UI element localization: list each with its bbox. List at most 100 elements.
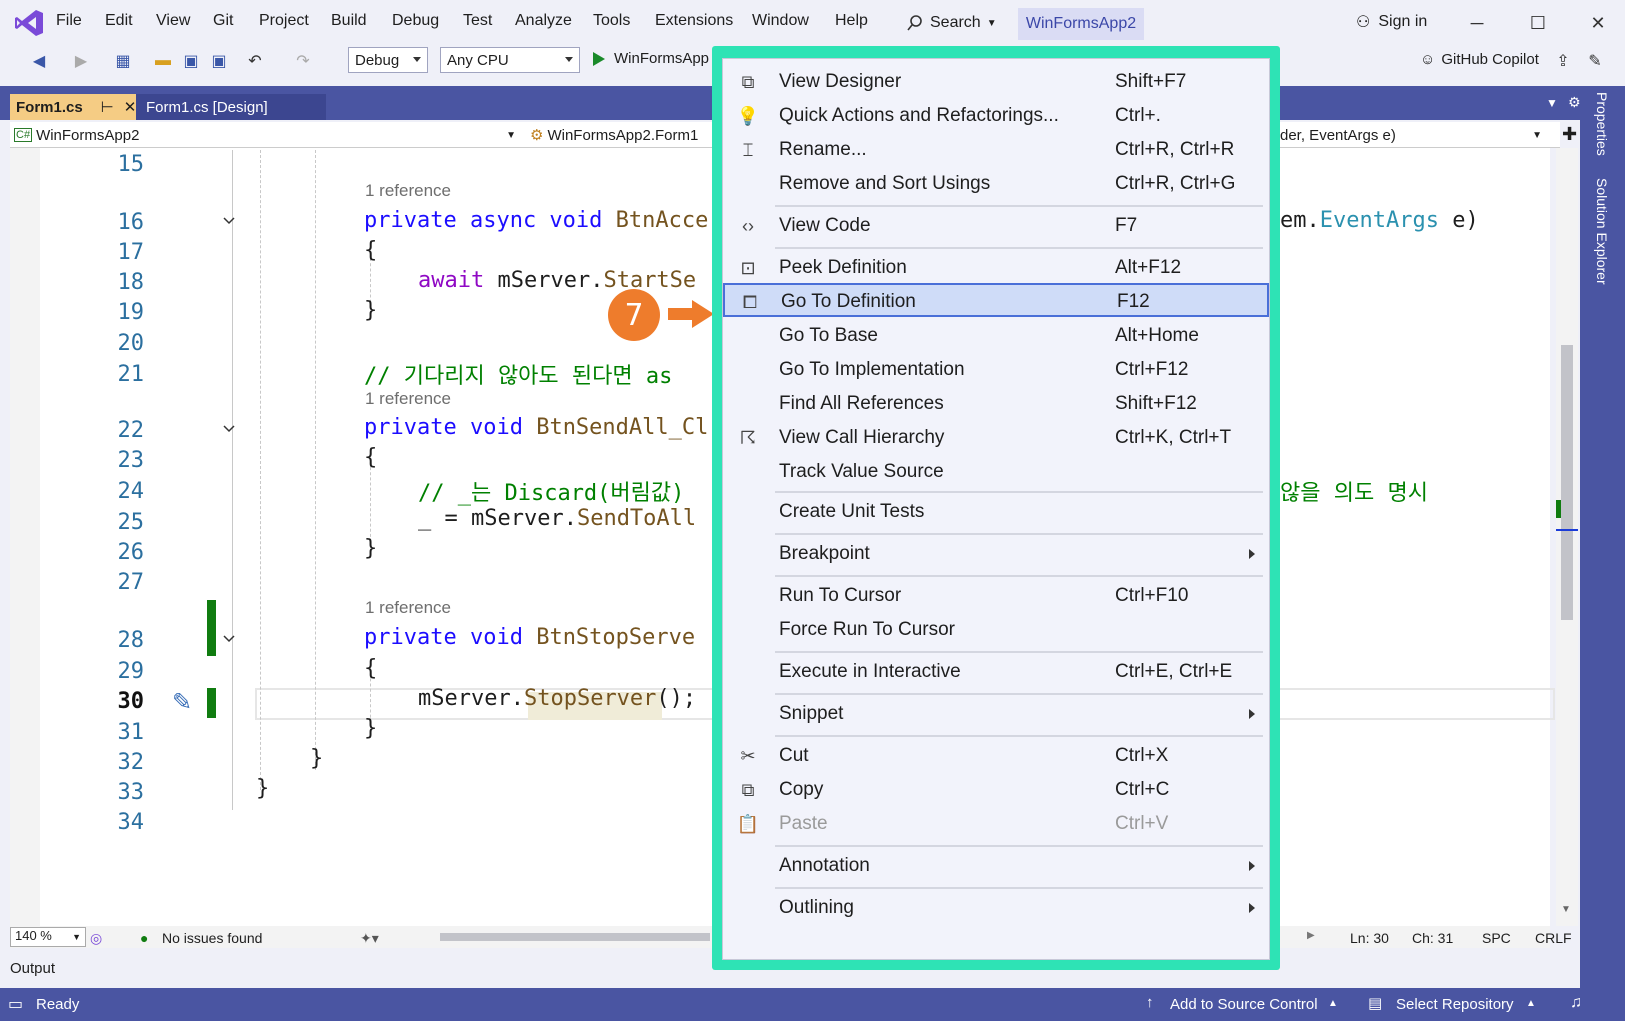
scrollbar-thumb[interactable]: [1561, 345, 1573, 620]
sign-in-button[interactable]: ⚇ Sign in: [1356, 12, 1427, 32]
gear-icon[interactable]: ⚙: [1568, 94, 1581, 111]
select-repository-button[interactable]: Select Repository: [1396, 996, 1514, 1013]
search-button[interactable]: Search ▼: [906, 9, 997, 37]
menu-build[interactable]: Build: [331, 12, 367, 30]
menu-find-all-references[interactable]: Find All References Shift+F12: [723, 387, 1269, 421]
menu-quick-actions[interactable]: 💡 Quick Actions and Refactorings... Ctrl…: [723, 99, 1269, 133]
collapse-chevron-icon[interactable]: [222, 632, 236, 646]
code-cleanup-icon[interactable]: ✦▾: [360, 930, 379, 947]
member-dropdown[interactable]: der, EventArgs e) ▼: [1280, 123, 1550, 147]
tab-form1-cs[interactable]: Form1.cs ⊢ ✕: [10, 94, 136, 120]
menu-force-run-to-cursor[interactable]: Force Run To Cursor: [723, 613, 1269, 647]
feedback-icon[interactable]: ✎: [1584, 50, 1606, 72]
tab-form1-design[interactable]: Form1.cs [Design]: [136, 94, 326, 120]
line-number: 24: [117, 479, 145, 504]
menu-track-value-source[interactable]: Track Value Source: [723, 455, 1269, 489]
menu-tools[interactable]: Tools: [593, 12, 630, 30]
save-all-icon[interactable]: ▣: [208, 50, 230, 72]
menu-view-call-hierarchy[interactable]: ☈ View Call Hierarchy Ctrl+K, Ctrl+T: [723, 421, 1269, 455]
output-label: Output: [10, 960, 56, 977]
code-line-33: }: [256, 776, 270, 801]
menu-execute-in-interactive[interactable]: Execute in Interactive Ctrl+E, Ctrl+E: [723, 655, 1269, 689]
maximize-button[interactable]: ☐: [1518, 8, 1558, 38]
collapse-chevron-icon[interactable]: [222, 422, 236, 436]
solution-configuration-select[interactable]: Debug: [348, 47, 428, 73]
column-indicator[interactable]: Ch: 31: [1412, 930, 1453, 946]
scroll-down-icon[interactable]: ▼: [1561, 904, 1571, 915]
close-tab-icon[interactable]: ✕: [124, 98, 137, 116]
horizontal-scrollbar-thumb[interactable]: [440, 933, 710, 941]
code-line-31: }: [364, 716, 378, 741]
github-copilot-button[interactable]: ☺ GitHub Copilot: [1420, 51, 1539, 68]
menu-go-to-implementation[interactable]: Go To Implementation Ctrl+F12: [723, 353, 1269, 387]
line-number: 26: [117, 540, 145, 565]
menu-cut[interactable]: ✂ Cut Ctrl+X: [723, 739, 1269, 773]
menu-view-code[interactable]: ‹› View Code F7: [723, 209, 1269, 243]
scroll-right-icon[interactable]: ▶: [1307, 930, 1315, 941]
menu-annotation[interactable]: Annotation: [723, 849, 1269, 883]
menu-window[interactable]: Window: [752, 12, 809, 30]
project-dropdown[interactable]: C# WinFormsApp2 ▼: [14, 123, 524, 147]
solution-explorer-tab[interactable]: Solution Explorer: [1594, 178, 1610, 285]
new-project-icon[interactable]: ▦: [112, 50, 134, 72]
bell-icon[interactable]: ♫: [1570, 994, 1582, 1012]
screwdriver-icon[interactable]: ✎: [172, 688, 192, 717]
whitespace-indicator[interactable]: SPC: [1482, 930, 1511, 946]
menu-copy[interactable]: ⧉ Copy Ctrl+C: [723, 773, 1269, 807]
pin-icon[interactable]: ⊢: [101, 98, 114, 116]
save-icon[interactable]: ▣: [180, 50, 202, 72]
menu-go-to-base[interactable]: Go To Base Alt+Home: [723, 319, 1269, 353]
menu-outlining[interactable]: Outlining: [723, 891, 1269, 925]
submenu-arrow-icon: [1249, 709, 1255, 719]
solution-platform-select[interactable]: Any CPU: [440, 47, 580, 73]
menu-file[interactable]: File: [56, 12, 82, 30]
menu-breakpoint[interactable]: Breakpoint: [723, 537, 1269, 571]
menu-run-to-cursor[interactable]: Run To Cursor Ctrl+F10: [723, 579, 1269, 613]
menu-git[interactable]: Git: [213, 12, 233, 30]
copilot-status-icon[interactable]: ◎: [90, 930, 102, 947]
menu-extensions[interactable]: Extensions: [655, 12, 733, 30]
codelens-references[interactable]: 1 reference: [365, 389, 451, 409]
add-to-source-control-button[interactable]: Add to Source Control: [1170, 996, 1318, 1013]
open-folder-icon[interactable]: ▬: [152, 50, 174, 72]
properties-tab[interactable]: Properties: [1594, 92, 1610, 156]
line-ending-indicator[interactable]: CRLF: [1535, 930, 1572, 946]
class-dropdown[interactable]: ⚙ WinFormsApp2.Form1: [530, 123, 710, 147]
search-label: Search: [930, 14, 981, 31]
menu-debug[interactable]: Debug: [392, 12, 439, 30]
menu-create-unit-tests[interactable]: Create Unit Tests: [723, 495, 1269, 529]
codelens-references[interactable]: 1 reference: [365, 181, 451, 201]
split-window-icon[interactable]: ✚: [1562, 124, 1577, 145]
menu-remove-sort-usings[interactable]: Remove and Sort Usings Ctrl+R, Ctrl+G: [723, 167, 1269, 201]
minimize-button[interactable]: ─: [1457, 8, 1497, 38]
line-indicator[interactable]: Ln: 30: [1350, 930, 1389, 946]
undo-icon[interactable]: ↶: [244, 50, 266, 72]
navigate-forward-icon[interactable]: ▶: [70, 50, 92, 72]
share-icon[interactable]: ⇪: [1552, 50, 1574, 72]
menu-help[interactable]: Help: [835, 12, 868, 30]
tab-overflow-icon[interactable]: ▼: [1546, 96, 1558, 110]
start-debugging-button[interactable]: WinFormsApp: [592, 50, 709, 67]
collapse-chevron-icon[interactable]: [222, 214, 236, 228]
code-line-28: private void BtnStopServe: [364, 625, 696, 650]
menu-paste[interactable]: 📋 Paste Ctrl+V: [723, 807, 1269, 841]
menu-analyze[interactable]: Analyze: [515, 12, 572, 30]
redo-icon[interactable]: ↷: [292, 50, 314, 72]
menu-project[interactable]: Project: [259, 12, 309, 30]
line-number: 27: [117, 570, 145, 595]
menu-view[interactable]: View: [156, 12, 190, 30]
menu-rename[interactable]: ⌶ Rename... Ctrl+R, Ctrl+R: [723, 133, 1269, 167]
codelens-references[interactable]: 1 reference: [365, 598, 451, 618]
menu-test[interactable]: Test: [463, 12, 492, 30]
zoom-select[interactable]: 140 % ▼: [10, 927, 86, 947]
issues-status[interactable]: No issues found: [162, 930, 262, 946]
menu-peek-definition[interactable]: ⊡ Peek Definition Alt+F12: [723, 251, 1269, 285]
menu-view-designer[interactable]: ⧉ View Designer Shift+F7: [723, 65, 1269, 99]
class-icon: ⚙: [530, 127, 544, 144]
close-window-button[interactable]: ✕: [1578, 8, 1618, 38]
menu-snippet[interactable]: Snippet: [723, 697, 1269, 731]
menu-edit[interactable]: Edit: [105, 12, 133, 30]
editor-margin: [10, 148, 40, 926]
menu-go-to-definition[interactable]: ⧠ Go To Definition F12: [723, 283, 1269, 317]
navigate-back-icon[interactable]: ◀: [28, 50, 50, 72]
